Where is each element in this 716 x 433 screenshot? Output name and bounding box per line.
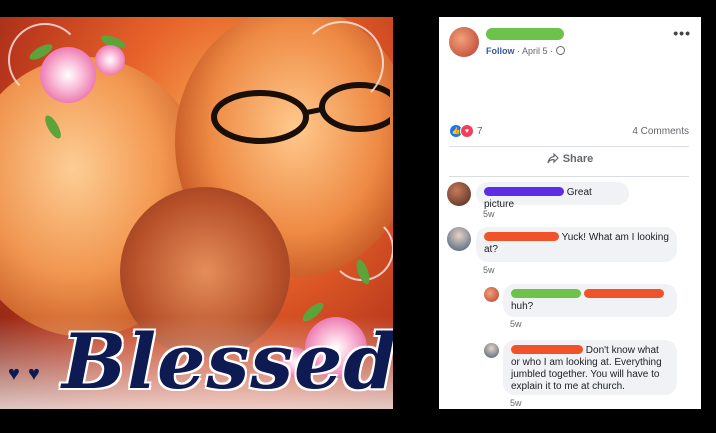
globe-icon: [555, 46, 565, 55]
commenter-name-redacted[interactable]: [511, 289, 581, 298]
comment-time[interactable]: 5w: [483, 209, 495, 219]
commenter-name-redacted[interactable]: [484, 232, 559, 241]
comment-bubble: Yuck! What am I looking at?: [476, 227, 677, 262]
comment-text: huh?: [511, 301, 534, 312]
love-reaction-icon: ♥: [460, 124, 474, 138]
comment-bubble: Great picture: [476, 182, 629, 210]
divider: [449, 146, 689, 147]
avatar[interactable]: [449, 27, 479, 57]
post-header: Follow · April 5 · •••: [439, 17, 701, 77]
share-label: Share: [562, 153, 594, 165]
heart-icon: ♥: [28, 363, 40, 385]
blessed-overlay-text: Blessed: [62, 317, 393, 406]
avatar[interactable]: [447, 227, 471, 251]
mention-redacted[interactable]: [583, 289, 664, 298]
comment-time[interactable]: 5w: [510, 319, 522, 329]
flower-icon: [95, 45, 125, 75]
share-icon: [547, 152, 559, 164]
swirl-icon: [300, 21, 384, 105]
meta-separator: ·: [550, 46, 554, 56]
reply-bubble: Don't know what or who I am looking at. …: [503, 340, 677, 395]
more-options-icon[interactable]: •••: [673, 25, 691, 41]
reaction-count: 7: [477, 125, 483, 137]
commenter-name-redacted[interactable]: [511, 345, 583, 354]
avatar[interactable]: [447, 182, 471, 206]
share-button[interactable]: Share: [439, 152, 701, 165]
comment-time[interactable]: 5w: [510, 398, 522, 408]
post-photo[interactable]: ♥ ♥ ♥ Blessed: [0, 17, 393, 409]
avatar[interactable]: [484, 287, 499, 302]
heart-icon: ♥: [8, 363, 20, 385]
post-date[interactable]: April 5: [522, 46, 548, 56]
comment-time[interactable]: 5w: [483, 265, 495, 275]
divider: [449, 176, 689, 177]
avatar[interactable]: [484, 343, 499, 358]
follow-link[interactable]: Follow: [486, 46, 515, 56]
meta-separator: ·: [517, 46, 521, 56]
author-name-redacted[interactable]: [486, 28, 564, 40]
post-meta: Follow · April 5 ·: [486, 46, 565, 56]
reply-bubble: huh?: [503, 284, 677, 317]
post-card: Follow · April 5 · ••• 👍 ♥ 7 4 Comments …: [439, 17, 701, 409]
commenter-name-redacted[interactable]: [484, 187, 564, 196]
flower-icon: [40, 47, 96, 103]
reactions-summary[interactable]: 👍 ♥ 7: [450, 124, 483, 138]
comments-count-link[interactable]: 4 Comments: [632, 126, 689, 137]
